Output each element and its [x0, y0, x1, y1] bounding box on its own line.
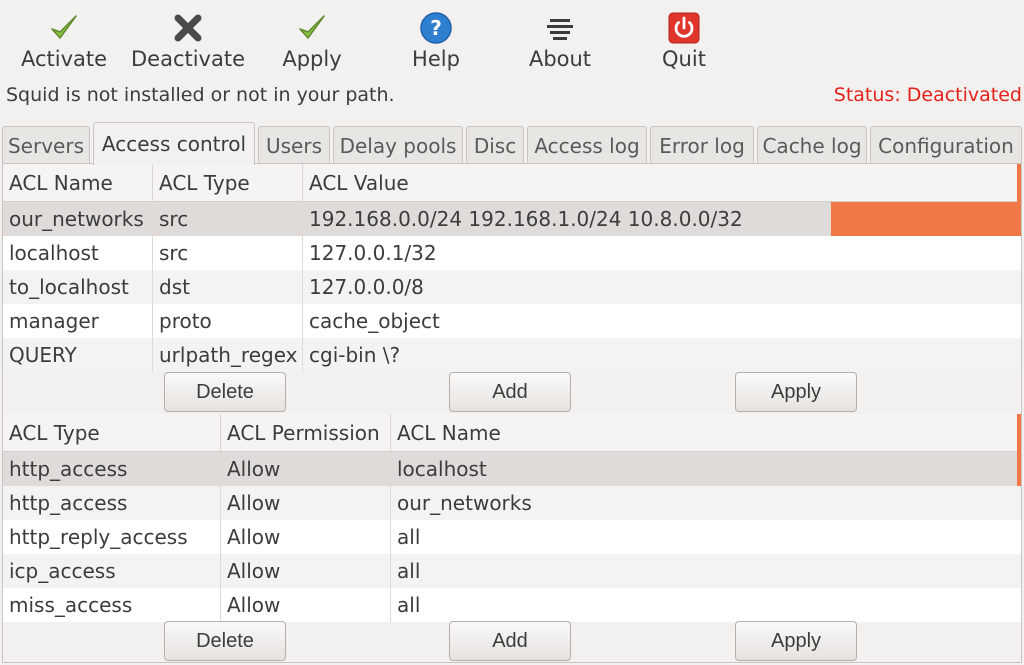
acl-table: ACL Name ACL Type ACL Value our_networks… — [3, 164, 1021, 372]
status-bar: Squid is not installed or not in your pa… — [0, 80, 1024, 110]
apply-toolbar-label: Apply — [282, 47, 342, 71]
table-row[interactable]: http_reply_access Allow all — [3, 520, 1021, 554]
cell-acl-value: 127.0.0.1/32 — [309, 241, 437, 265]
header-acl-name[interactable]: ACL Name — [3, 164, 153, 202]
apply-rule-button[interactable]: Apply — [735, 621, 857, 661]
toolbar: Activate Deactivate Apply ? Help About Q… — [0, 0, 1024, 76]
tab-access-control[interactable]: Access control — [93, 122, 255, 165]
quit-button[interactable]: Quit — [660, 8, 708, 74]
scrollbar-indicator[interactable] — [1017, 164, 1021, 236]
table-row[interactable]: localhost src 127.0.0.1/32 — [3, 236, 1021, 270]
table-row[interactable]: manager proto cache_object — [3, 304, 1021, 338]
cell-acl-type: dst — [153, 270, 303, 304]
cell-acl-name: our_networks — [397, 491, 532, 515]
access-rules-table: ACL Type ACL Permission ACL Name http_ac… — [3, 414, 1021, 622]
header-acl-type[interactable]: ACL Type — [153, 164, 303, 202]
header-acl-type[interactable]: ACL Type — [3, 414, 221, 452]
cell-acl-permission: Allow — [221, 588, 391, 622]
status-indicator: Status: Deactivated — [833, 84, 1022, 106]
table-row[interactable]: miss_access Allow all — [3, 588, 1021, 622]
about-label: About — [528, 47, 592, 71]
deactivate-label: Deactivate — [130, 47, 246, 71]
cell-acl-type: http_access — [3, 486, 221, 520]
cell-acl-type: src — [153, 202, 303, 236]
apply-toolbar-button[interactable]: Apply — [280, 8, 344, 74]
acl-table-header: ACL Name ACL Type ACL Value — [3, 164, 1021, 202]
cell-acl-type: src — [153, 236, 303, 270]
tab-access-log[interactable]: Access log — [527, 126, 647, 164]
add-acl-button[interactable]: Add — [449, 372, 571, 412]
tab-users[interactable]: Users — [258, 126, 330, 164]
access-control-panel: ACL Name ACL Type ACL Value our_networks… — [2, 163, 1022, 663]
cell-acl-name: to_localhost — [3, 270, 153, 304]
apply-acl-button[interactable]: Apply — [735, 372, 857, 412]
table-row[interactable]: http_access Allow our_networks — [3, 486, 1021, 520]
cell-acl-type: http_access — [3, 452, 221, 486]
scrollbar-indicator[interactable] — [1017, 414, 1021, 486]
access-rules-header: ACL Type ACL Permission ACL Name — [3, 414, 1021, 452]
cell-acl-permission: Allow — [221, 452, 391, 486]
tab-disc[interactable]: Disc — [466, 126, 524, 164]
cell-acl-value: cache_object — [309, 309, 440, 333]
cell-acl-name: manager — [3, 304, 153, 338]
selection-highlight — [831, 202, 1021, 236]
table-row[interactable]: http_access Allow localhost — [3, 452, 1021, 486]
tab-configuration[interactable]: Configuration — [870, 126, 1022, 164]
table-row[interactable]: our_networks src 192.168.0.0/24 192.168.… — [3, 202, 1021, 236]
cell-acl-name: all — [397, 559, 421, 583]
cell-acl-value: 127.0.0.0/8 — [309, 275, 424, 299]
activate-label: Activate — [20, 47, 108, 71]
cell-acl-name: all — [397, 593, 421, 617]
about-icon — [540, 8, 580, 48]
table-row[interactable]: icp_access Allow all — [3, 554, 1021, 588]
cell-acl-type: urlpath_regex — [153, 338, 303, 372]
tab-error-log[interactable]: Error log — [650, 126, 754, 164]
cell-acl-name: our_networks — [3, 202, 153, 236]
cell-acl-value: 192.168.0.0/24 192.168.1.0/24 10.8.0.0/3… — [303, 202, 831, 236]
delete-acl-button[interactable]: Delete — [164, 372, 286, 412]
header-acl-permission[interactable]: ACL Permission — [221, 414, 391, 452]
table-row[interactable]: to_localhost dst 127.0.0.0/8 — [3, 270, 1021, 304]
acl-table-body: our_networks src 192.168.0.0/24 192.168.… — [3, 202, 1021, 372]
cell-acl-name: QUERY — [3, 338, 153, 372]
activate-button[interactable]: Activate — [20, 8, 108, 74]
quit-label: Quit — [662, 47, 706, 71]
cell-acl-value: cgi-bin \? — [309, 343, 401, 367]
deactivate-button[interactable]: Deactivate — [130, 8, 246, 74]
cell-acl-type: proto — [153, 304, 303, 338]
cell-acl-name: localhost — [3, 236, 153, 270]
cell-acl-type: miss_access — [3, 588, 221, 622]
cell-acl-permission: Allow — [221, 554, 391, 588]
help-icon: ? — [416, 8, 456, 48]
access-rules-body: http_access Allow localhost http_access … — [3, 452, 1021, 622]
cell-acl-permission: Allow — [221, 486, 391, 520]
help-label: Help — [412, 47, 460, 71]
header-acl-name[interactable]: ACL Name — [391, 414, 1021, 452]
header-acl-value[interactable]: ACL Value — [303, 164, 1021, 202]
delete-rule-button[interactable]: Delete — [164, 621, 286, 661]
tab-delay-pools[interactable]: Delay pools — [333, 126, 463, 164]
help-button[interactable]: ? Help — [410, 8, 462, 74]
cell-acl-permission: Allow — [221, 520, 391, 554]
check-icon — [292, 8, 332, 48]
x-icon — [168, 8, 208, 48]
tab-servers[interactable]: Servers — [2, 126, 90, 164]
cell-acl-type: icp_access — [3, 554, 221, 588]
cell-acl-type: http_reply_access — [3, 520, 221, 554]
cell-acl-name: all — [397, 525, 421, 549]
check-icon — [44, 8, 84, 48]
table-row[interactable]: QUERY urlpath_regex cgi-bin \? — [3, 338, 1021, 372]
svg-text:?: ? — [430, 16, 442, 40]
power-icon — [664, 8, 704, 48]
status-message: Squid is not installed or not in your pa… — [6, 84, 395, 106]
tab-cache-log[interactable]: Cache log — [757, 126, 867, 164]
tab-bar: Servers Access control Users Delay pools… — [0, 122, 1024, 165]
add-rule-button[interactable]: Add — [449, 621, 571, 661]
about-button[interactable]: About — [528, 8, 592, 74]
cell-acl-name: localhost — [397, 457, 487, 481]
